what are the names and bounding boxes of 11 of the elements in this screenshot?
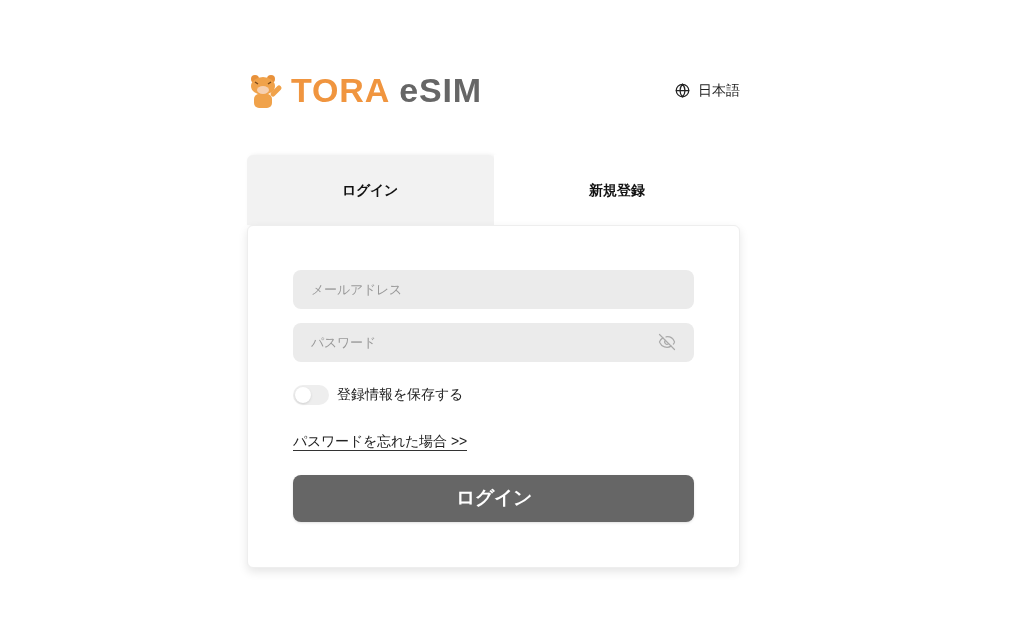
login-button[interactable]: ログイン: [293, 475, 694, 522]
logo-text: TORA eSIM: [291, 73, 482, 107]
eye-off-icon[interactable]: [658, 333, 676, 351]
forgot-password-link[interactable]: パスワードを忘れた場合 >>: [293, 433, 468, 451]
tab[interactable]: ログイン: [247, 155, 494, 225]
language-selector[interactable]: 日本語: [675, 79, 740, 101]
password-field[interactable]: パスワード: [293, 323, 694, 362]
remember-label: 登録情報を保存する: [337, 385, 463, 404]
toggle-switch[interactable]: [293, 384, 329, 405]
globe-icon: [675, 82, 690, 98]
email-field[interactable]: メールアドレス: [293, 270, 694, 309]
